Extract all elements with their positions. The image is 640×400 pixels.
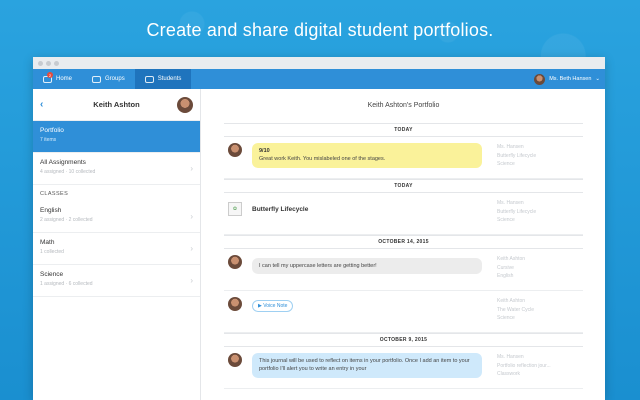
student-name: Keith Ashton <box>93 100 140 109</box>
meta-assignment: Cursive <box>497 264 514 271</box>
sidebar-item-sub: 7 items <box>40 137 57 143</box>
comment-text: Great work Keith. You mislabeled one of … <box>259 156 386 163</box>
meta-class: Science <box>497 315 515 321</box>
chevron-right-icon: › <box>190 164 193 173</box>
date-divider: TODAY <box>224 123 583 137</box>
sidebar-item-science[interactable]: Science 1 assigned · 6 collected › <box>33 265 200 297</box>
list-item[interactable]: ✿ Butterfly Lifecycle Ms. Hansen Butterf… <box>224 193 583 235</box>
students-icon <box>144 75 154 83</box>
nav-home[interactable]: 2 Home <box>33 69 82 89</box>
avatar <box>177 97 193 113</box>
comment-text: This journal will be used to reflect on … <box>259 358 470 373</box>
sidebar-item-all-assignments[interactable]: All Assignments 4 assigned · 10 collecte… <box>33 153 200 185</box>
sidebar-header: ‹ Keith Ashton <box>33 89 200 121</box>
avatar <box>228 255 242 269</box>
score: 9/10 <box>259 148 270 154</box>
back-arrow-icon[interactable]: ‹ <box>40 99 43 110</box>
sidebar-item-sub: 2 assigned · 2 collected <box>40 217 93 223</box>
date-divider: OCTOBER 14, 2015 <box>224 235 583 249</box>
comment-bubble: 9/10 Great work Keith. You mislabeled on… <box>252 143 482 168</box>
avatar <box>228 353 242 367</box>
page-title: Keith Ashton's Portfolio <box>367 101 440 109</box>
entry-title: Butterfly Lifecycle <box>252 206 309 213</box>
groups-icon <box>92 75 102 83</box>
user-menu[interactable]: Ms. Beth Hansen ⌄ <box>534 69 600 89</box>
meta-author: Ms. Hansen <box>497 200 524 206</box>
list-item[interactable]: 9/10 Great work Keith. You mislabeled on… <box>224 137 583 179</box>
avatar <box>534 73 546 85</box>
meta-class: Classwork <box>497 371 521 377</box>
voice-note-button[interactable]: ▶ Voice Note <box>252 300 294 312</box>
entry-meta: Ms. Hansen Portfolio reflection jour... … <box>497 353 577 379</box>
sidebar-item-label: Portfolio <box>40 127 64 134</box>
meta-assignment: Butterfly Lifecycle <box>497 152 537 159</box>
sidebar: ‹ Keith Ashton Portfolio 7 items All Ass… <box>33 89 201 400</box>
sidebar-item-label: Math <box>40 239 55 246</box>
app-window: 2 Home Groups Students Ms. Beth Hansen ⌄… <box>33 57 605 400</box>
section-label: CLASSES <box>40 191 69 197</box>
list-item[interactable]: I can tell my uppercase letters are gett… <box>224 249 583 291</box>
sidebar-item-sub: 4 assigned · 10 collected <box>40 169 96 175</box>
notification-badge: 2 <box>47 72 53 78</box>
meta-assignment: Portfolio reflection jour... <box>497 362 551 369</box>
sidebar-item-portfolio[interactable]: Portfolio 7 items <box>33 121 200 153</box>
entry-meta: Ms. Hansen Butterfly Lifecycle Science <box>497 199 577 225</box>
list-item[interactable]: ▶ Voice Note Keith Ashton The Water Cycl… <box>224 291 583 333</box>
artwork-thumbnail-icon: ✿ <box>228 202 242 216</box>
sidebar-item-label: English <box>40 207 62 214</box>
meta-class: Science <box>497 161 515 167</box>
sidebar-item-sub: 1 collected <box>40 249 64 255</box>
avatar <box>228 297 242 311</box>
date-divider: TODAY <box>224 179 583 193</box>
meta-author: Keith Ashton <box>497 256 526 262</box>
nav-students-label: Students <box>157 76 182 82</box>
meta-class: English <box>497 273 514 279</box>
nav-groups[interactable]: Groups <box>82 69 135 89</box>
comment-bubble: This journal will be used to reflect on … <box>252 353 482 378</box>
meta-assignment: Butterfly Lifecycle <box>497 208 537 215</box>
portfolio-feed: TODAY 9/10 Great work Keith. You mislabe… <box>224 123 583 389</box>
sidebar-item-sub: 1 assigned · 6 collected <box>40 281 93 287</box>
nav-home-label: Home <box>56 76 73 82</box>
nav-groups-label: Groups <box>105 76 125 82</box>
sidebar-item-english[interactable]: English 2 assigned · 2 collected › <box>33 201 200 233</box>
window-chrome <box>33 57 605 69</box>
date-divider: OCTOBER 9, 2015 <box>224 333 583 347</box>
nav-students[interactable]: Students <box>134 69 192 89</box>
sidebar-item-math[interactable]: Math 1 collected › <box>33 233 200 265</box>
user-name: Ms. Beth Hansen <box>549 76 592 82</box>
chevron-right-icon: › <box>190 244 193 253</box>
meta-assignment: The Water Cycle <box>497 306 535 313</box>
chevron-right-icon: › <box>190 276 193 285</box>
meta-class: Science <box>497 217 515 223</box>
chevron-down-icon: ⌄ <box>595 76 600 82</box>
entry-meta: Keith Ashton The Water Cycle Science <box>497 297 577 323</box>
window-dot <box>38 60 43 66</box>
window-dot <box>54 60 59 66</box>
headline: Create and share digital student portfol… <box>146 20 494 40</box>
sidebar-item-label: Science <box>40 271 64 278</box>
sidebar-item-label: All Assignments <box>40 159 86 166</box>
entry-meta: Keith Ashton Cursive English <box>497 255 577 281</box>
entry-meta: Ms. Hansen Butterfly Lifecycle Science <box>497 143 577 169</box>
chevron-right-icon: › <box>190 212 193 221</box>
window-dot <box>46 60 51 66</box>
top-nav: 2 Home Groups Students Ms. Beth Hansen ⌄ <box>33 69 605 89</box>
meta-author: Ms. Hansen <box>497 354 524 360</box>
main-panel: Keith Ashton's Portfolio TODAY 9/10 Grea… <box>202 89 605 400</box>
meta-author: Ms. Hansen <box>497 144 524 150</box>
meta-author: Keith Ashton <box>497 298 526 304</box>
avatar <box>228 143 242 157</box>
comment-bubble: I can tell my uppercase letters are gett… <box>252 258 482 275</box>
list-item[interactable]: This journal will be used to reflect on … <box>224 347 583 389</box>
comment-text: I can tell my uppercase letters are gett… <box>259 263 377 269</box>
